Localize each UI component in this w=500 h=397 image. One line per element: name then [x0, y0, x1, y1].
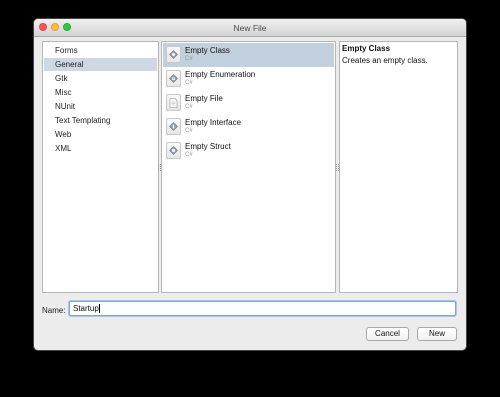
template-item-empty-interface[interactable]: Empty Interface C# — [163, 115, 334, 139]
new-button[interactable]: New — [417, 327, 457, 341]
template-item-empty-enumeration[interactable]: Empty Enumeration C# — [163, 67, 334, 91]
template-name: Empty Enumeration — [185, 70, 256, 79]
template-language: C# — [185, 152, 193, 158]
text-cursor — [98, 304, 100, 314]
class-icon — [166, 46, 181, 63]
file-icon — [166, 94, 181, 111]
template-item-empty-file[interactable]: Empty File C# — [163, 91, 334, 115]
template-language: C# — [185, 104, 193, 110]
category-item-web[interactable]: Web — [44, 128, 157, 141]
name-input[interactable]: Startup — [69, 301, 456, 316]
enumeration-icon — [166, 70, 181, 87]
template-language: C# — [185, 56, 193, 62]
name-input-value: Startup — [73, 304, 99, 313]
struct-icon — [166, 142, 181, 159]
category-item-text-templating[interactable]: Text Templating — [44, 114, 157, 127]
category-list: Forms General Gtk Misc NUnit Text Templa… — [42, 41, 159, 293]
template-language: C# — [185, 80, 193, 86]
category-item-xml[interactable]: XML — [44, 142, 157, 155]
template-name: Empty File — [185, 94, 223, 103]
template-name: Empty Struct — [185, 142, 231, 151]
window-title: New File — [233, 23, 267, 33]
category-item-general[interactable]: General — [44, 58, 157, 71]
description-text: Creates an empty class. — [342, 56, 428, 65]
new-file-dialog: New File Forms General Gtk Misc NUnit Te… — [34, 19, 466, 350]
description-panel: Empty Class Creates an empty class. — [339, 41, 458, 293]
template-list: Empty Class C# Empty Enumeration C# Empt… — [161, 41, 336, 293]
template-item-empty-struct[interactable]: Empty Struct C# — [163, 139, 334, 163]
category-item-forms[interactable]: Forms — [44, 44, 157, 57]
title-bar: New File — [34, 19, 466, 37]
template-name: Empty Interface — [185, 118, 242, 127]
category-item-gtk[interactable]: Gtk — [44, 72, 157, 85]
category-item-nunit[interactable]: NUnit — [44, 100, 157, 113]
template-language: C# — [185, 128, 193, 134]
category-item-misc[interactable]: Misc — [44, 86, 157, 99]
name-label: Name: — [42, 306, 66, 315]
template-item-empty-class[interactable]: Empty Class C# — [163, 43, 334, 67]
description-title: Empty Class — [342, 44, 391, 53]
interface-icon — [166, 118, 181, 135]
cancel-button[interactable]: Cancel — [366, 327, 409, 341]
template-name: Empty Class — [185, 46, 230, 55]
